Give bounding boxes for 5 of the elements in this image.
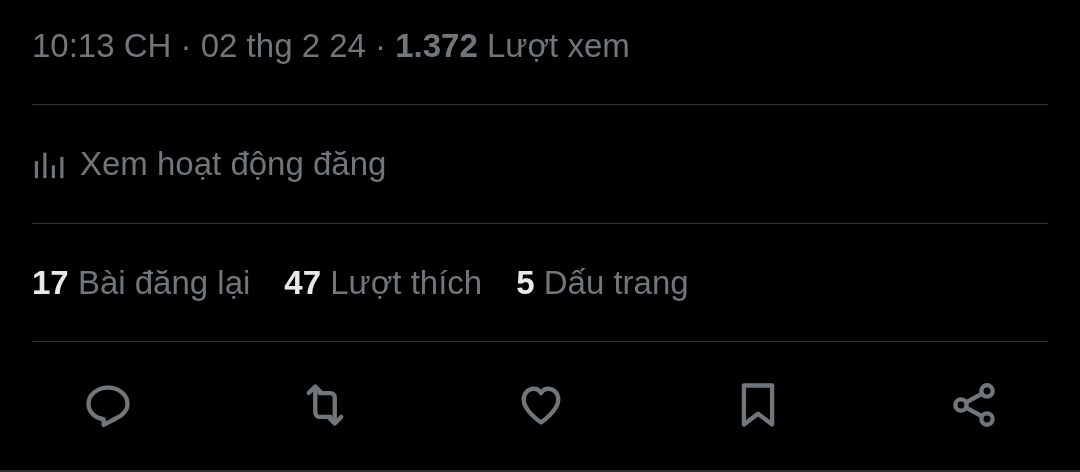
stat-link[interactable]: 47 Lượt thích — [284, 263, 483, 302]
stat-link[interactable]: 17 Bài đăng lại — [32, 263, 251, 302]
post-timestamp-views: 10:13 CH · 02 thg 2 24 · 1.372 Lượt xem — [32, 27, 630, 65]
stat-link[interactable]: 5 Dấu trang — [516, 263, 689, 302]
post-activity-link[interactable]: Xem hoạt động đăng — [32, 145, 387, 183]
